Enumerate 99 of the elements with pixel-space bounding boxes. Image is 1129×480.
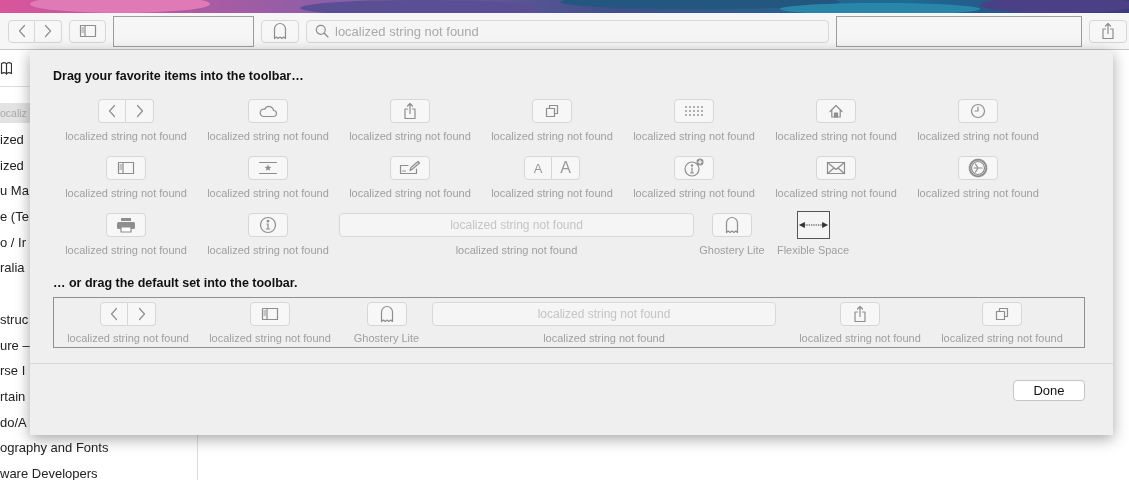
share-button[interactable]: [1089, 19, 1127, 43]
back-button[interactable]: [98, 99, 126, 123]
item-label: localized string not found: [633, 130, 755, 142]
sidebar-item[interactable]: o / Ir: [0, 229, 26, 256]
forward-button[interactable]: [128, 302, 156, 326]
item-label: localized string not found: [917, 187, 1039, 199]
share-icon: [403, 102, 417, 120]
chevron-left-icon: [107, 104, 117, 118]
tabs-button[interactable]: [532, 99, 572, 123]
item-label: localized string not found: [207, 130, 329, 142]
sidebar-item[interactable]: u Ma: [0, 178, 29, 205]
item-label: localized string not found: [799, 332, 921, 344]
item-label: Flexible Space: [776, 244, 850, 256]
settings-button[interactable]: [958, 156, 998, 180]
item-label: localized string not found: [775, 187, 897, 199]
sidebar-icon: [261, 307, 279, 321]
sidebar-item[interactable]: ralia: [0, 255, 25, 282]
sidebar-item[interactable]: struc: [0, 306, 29, 333]
sidebar-item[interactable]: ized: [0, 152, 24, 179]
chevron-right-icon: [136, 307, 147, 321]
item-label: localized string not found: [209, 332, 331, 344]
book-icon: [0, 61, 12, 75]
info-plus-button[interactable]: [674, 156, 714, 180]
ghost-button[interactable]: [712, 213, 752, 237]
item-label: localized string not found: [775, 130, 897, 142]
item-label: localized string not found: [633, 187, 755, 199]
info-plus-icon: [683, 158, 705, 178]
gear-icon: [968, 158, 988, 178]
item-label: Ghostery Lite: [699, 244, 765, 256]
item-label: Ghostery Lite: [353, 332, 420, 344]
bookmark-icon: [258, 161, 278, 175]
item-label: localized string not found: [455, 244, 578, 256]
item-label: localized string not found: [207, 187, 329, 199]
sidebar-item[interactable]: rtain: [0, 383, 26, 410]
forward-button[interactable]: [35, 19, 62, 43]
share-icon: [1101, 22, 1115, 40]
info-button[interactable]: [248, 213, 288, 237]
edit-button[interactable]: [390, 156, 430, 180]
item-label: localized string not found: [65, 130, 187, 142]
item-label: localized string not found: [917, 130, 1039, 142]
print-button[interactable]: [106, 213, 146, 237]
clock-icon: [970, 103, 986, 119]
ghost-icon: [724, 215, 740, 235]
cloud-button[interactable]: [248, 99, 288, 123]
mail-icon: [826, 161, 846, 175]
sidebar-button[interactable]: [106, 156, 146, 180]
home-icon: [828, 103, 844, 119]
item-label: localized string not found: [941, 332, 1063, 344]
chevron-left-icon: [16, 24, 27, 38]
mail-button[interactable]: [816, 156, 856, 180]
sidebar-item[interactable]: e (Te: [0, 204, 29, 230]
item-label: localized string not found: [65, 244, 187, 256]
sheet-heading: … or drag the default set into the toolbar.: [53, 276, 299, 290]
search-icon: [315, 24, 329, 38]
done-button[interactable]: Done: [1013, 380, 1085, 401]
cloud-icon: [258, 104, 278, 118]
item-label: localized string not found: [65, 187, 187, 199]
info-icon: [259, 216, 277, 234]
item-label: localized string not found: [543, 332, 665, 344]
back-button[interactable]: [8, 19, 35, 43]
sidebar-icon: [117, 161, 135, 175]
share-button[interactable]: [840, 302, 880, 326]
item-label: localized string not found: [491, 187, 613, 199]
chevron-left-icon: [109, 307, 119, 321]
ghost-icon: [272, 21, 288, 41]
sidebar-item[interactable]: do/A: [0, 409, 27, 436]
ghost-button[interactable]: [261, 19, 299, 43]
grid-icon: [683, 104, 705, 118]
item-label: localized string not found: [349, 187, 471, 199]
sidebar-button[interactable]: [250, 302, 290, 326]
forward-button[interactable]: [126, 99, 154, 123]
sheet-heading: Drag your favorite items into the toolbar…: [53, 69, 305, 83]
home-button[interactable]: [816, 99, 856, 123]
tabs-icon: [995, 307, 1009, 321]
item-label: localized string not found: [349, 130, 471, 142]
flexible-space[interactable]: [796, 211, 830, 239]
sidebar-button[interactable]: [69, 19, 106, 43]
tabs-icon: [545, 104, 559, 118]
sidebar-item[interactable]: ware Developers: [0, 460, 98, 480]
chevron-right-icon: [134, 104, 145, 118]
ghost-icon: [378, 304, 395, 324]
pencil-icon: [399, 160, 421, 176]
bookmark-button[interactable]: [248, 156, 288, 180]
sidebar-icon: [78, 24, 97, 38]
item-label: localized string not found: [491, 130, 613, 142]
sidebar-item[interactable]: ography and Fonts: [0, 435, 109, 461]
item-label: localized string not found: [67, 332, 189, 344]
double-arrow-icon: [797, 220, 829, 230]
sidebar-item[interactable]: ized: [0, 127, 24, 153]
printer-icon: [116, 217, 136, 233]
item-label: localized string not found: [207, 244, 329, 256]
back-button[interactable]: [100, 302, 128, 326]
ghost-button[interactable]: [366, 302, 407, 326]
chevron-right-icon: [43, 24, 53, 38]
sidebar-item[interactable]: rse I: [0, 358, 26, 384]
share-button[interactable]: [390, 99, 430, 123]
tabs-button[interactable]: [982, 302, 1022, 326]
sidebar-item[interactable]: ure –: [0, 332, 30, 359]
share-icon: [853, 305, 867, 323]
